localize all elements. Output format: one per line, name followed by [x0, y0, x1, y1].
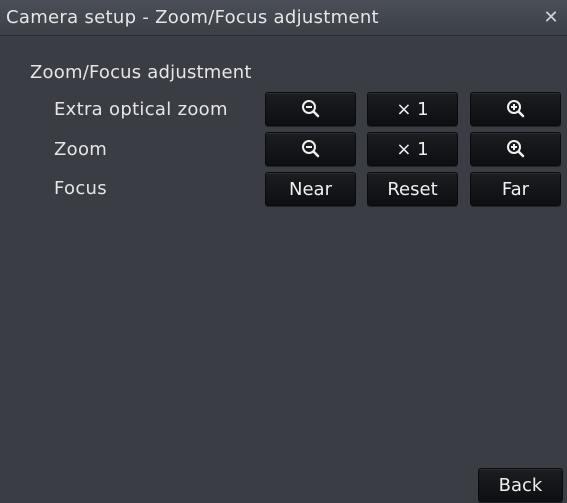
- focus-reset-button[interactable]: Reset: [367, 172, 458, 206]
- extra-optical-zoom-reset-button[interactable]: × 1: [367, 92, 458, 126]
- title-bar: Camera setup - Zoom/Focus adjustment ✕: [0, 0, 567, 36]
- focus-far-button[interactable]: Far: [470, 172, 561, 206]
- focus-label: Focus: [54, 178, 107, 199]
- focus-near-button[interactable]: Near: [265, 172, 356, 206]
- back-button[interactable]: Back: [478, 468, 563, 502]
- zoom-in-icon: [506, 100, 524, 118]
- zoom-out-icon: [301, 100, 319, 118]
- zoom-in-button[interactable]: [470, 132, 561, 166]
- zoom-focus-dialog: Camera setup - Zoom/Focus adjustment ✕ Z…: [0, 0, 567, 503]
- zoom-out-button[interactable]: [265, 132, 356, 166]
- zoom-out-icon: [301, 140, 319, 158]
- zoom-reset-button[interactable]: × 1: [367, 132, 458, 166]
- section-title: Zoom/Focus adjustment: [30, 62, 252, 83]
- extra-optical-zoom-out-button[interactable]: [265, 92, 356, 126]
- close-icon[interactable]: ✕: [541, 8, 561, 28]
- extra-optical-zoom-in-button[interactable]: [470, 92, 561, 126]
- zoom-in-icon: [506, 140, 524, 158]
- extra-optical-zoom-label: Extra optical zoom: [54, 99, 228, 120]
- window-title: Camera setup - Zoom/Focus adjustment: [6, 7, 379, 28]
- zoom-label: Zoom: [54, 139, 108, 160]
